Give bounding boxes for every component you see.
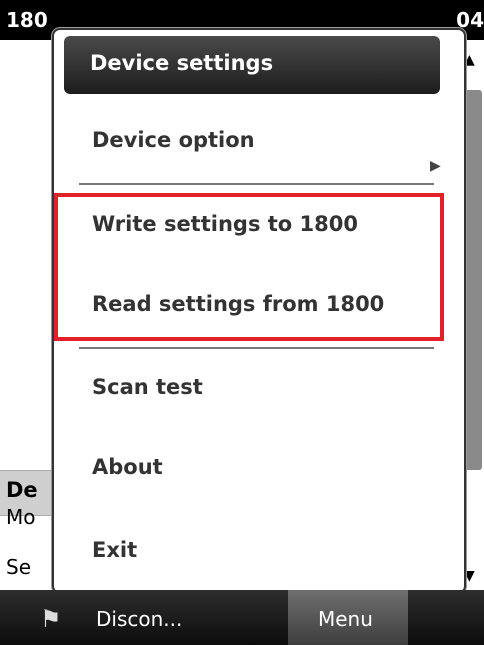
menu-header-label: Device settings [90, 51, 274, 75]
menu-header[interactable]: Device settings [64, 36, 440, 94]
windows-flag-icon[interactable]: ⚑ [40, 605, 62, 633]
taskbar: ⚑ Discon... Menu [0, 590, 484, 645]
menu-softkey-label: Menu [318, 607, 373, 631]
disconnect-softkey[interactable]: Discon... [96, 607, 182, 631]
menu-item-exit[interactable]: Exit [92, 538, 137, 562]
menu-separator [79, 183, 434, 185]
menu-item-scan-test[interactable]: Scan test [92, 375, 203, 399]
menu-softkey-button[interactable]: Menu [288, 590, 408, 645]
background-row: Se [6, 555, 31, 579]
submenu-arrow-icon: ▶ [430, 158, 441, 174]
status-left-text: 180 [6, 8, 48, 32]
highlight-box [54, 193, 444, 341]
menu-item-device-option[interactable]: Device option [92, 128, 255, 152]
background-heading-text: De [6, 478, 38, 502]
menu-separator [79, 347, 434, 349]
background-row: Mo [6, 505, 36, 529]
menu-item-about[interactable]: About [92, 455, 163, 479]
